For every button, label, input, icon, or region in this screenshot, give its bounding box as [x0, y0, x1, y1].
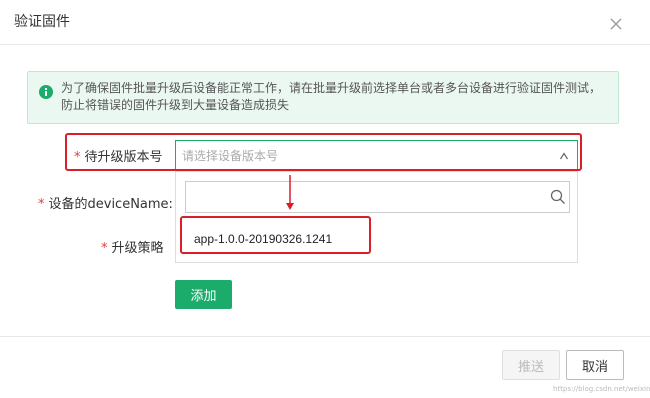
- add-button[interactable]: 添加: [175, 280, 232, 309]
- strategy-label: * 升级策略: [101, 237, 164, 256]
- alert-text: 为了确保固件批量升级后设备能正常工作，请在批量升级前选择单台或者多台设备进行验证…: [61, 81, 602, 112]
- required-mark: *: [38, 197, 45, 212]
- info-alert: 为了确保固件批量升级后设备能正常工作，请在批量升级前选择单台或者多台设备进行验证…: [27, 71, 619, 124]
- annotation-highlight-option: [180, 216, 371, 254]
- info-icon: [39, 85, 53, 99]
- annotation-arrow-icon: [286, 175, 294, 210]
- annotation-highlight-version: [65, 133, 582, 171]
- close-icon[interactable]: [608, 16, 624, 32]
- search-icon[interactable]: [550, 189, 566, 205]
- verify-firmware-dialog: 验证固件 为了确保固件批量升级后设备能正常工作，请在批量升级前选择单台或者多台设…: [0, 0, 650, 398]
- watermark: https://blog.csdn.net/weixin_...: [553, 385, 650, 393]
- push-button[interactable]: 推送: [502, 350, 560, 380]
- footer-divider: [0, 336, 650, 337]
- required-mark: *: [101, 241, 108, 256]
- device-name-label-text: 设备的deviceName:: [48, 197, 173, 212]
- dialog-header: 验证固件: [0, 0, 650, 45]
- dialog-title: 验证固件: [14, 14, 70, 30]
- dropdown-search-input[interactable]: [185, 181, 570, 213]
- device-name-label: * 设备的deviceName:: [38, 193, 173, 212]
- strategy-label-text: 升级策略: [111, 241, 164, 256]
- cancel-button[interactable]: 取消: [566, 350, 624, 380]
